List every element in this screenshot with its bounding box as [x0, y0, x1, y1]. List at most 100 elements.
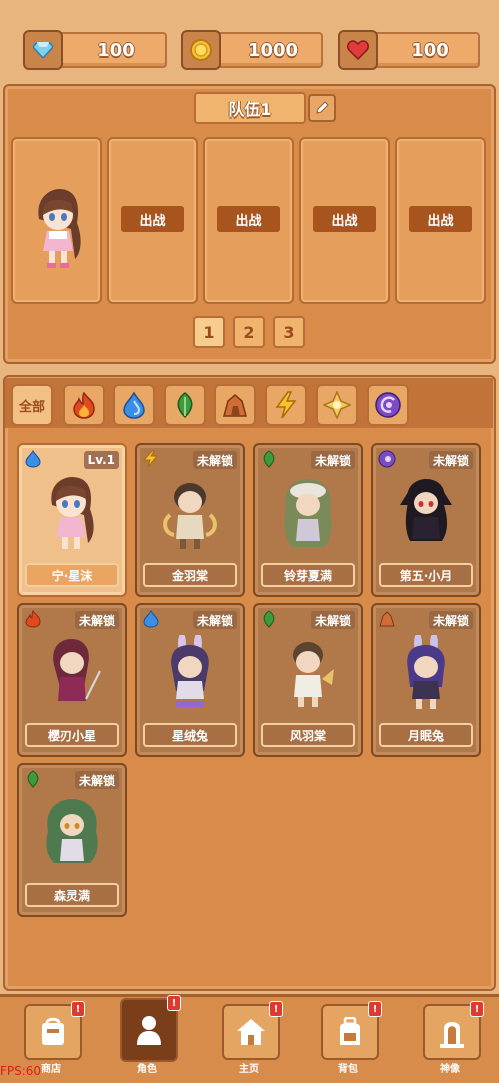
character-card[interactable]: 未解锁 风羽棠 — [253, 603, 363, 757]
alert-badge: ! — [71, 1001, 85, 1017]
character-card[interactable]: 未解锁 铃芽夏满 — [253, 443, 363, 597]
nav-backpack-button[interactable]: ! — [321, 1001, 382, 1060]
nav-statue-button[interactable]: ! — [423, 1001, 484, 1060]
character-portrait — [407, 635, 445, 709]
home-icon — [237, 1019, 265, 1045]
gem-counter: 100 — [23, 30, 167, 70]
nav-shop-button[interactable]: ! — [24, 1001, 85, 1060]
filter-void-button[interactable] — [367, 384, 409, 426]
nav-home-label: 主页 — [239, 1064, 259, 1075]
character-portrait — [53, 639, 101, 701]
team-slot-5[interactable]: 出战 — [395, 137, 486, 304]
edit-team-button[interactable] — [308, 94, 336, 122]
team-slot-4[interactable]: 出战 — [299, 137, 390, 304]
deploy-button[interactable]: 出战 — [121, 206, 184, 232]
team-page-2-button[interactable]: 2 — [233, 316, 265, 348]
character-card[interactable]: Lv.1 宁·星沫 — [17, 443, 127, 597]
backpack-icon — [340, 1017, 360, 1045]
filter-leaf-button[interactable] — [164, 384, 206, 426]
team-title[interactable]: 队伍1 — [194, 92, 306, 124]
character-name: 铃芽夏满 — [261, 563, 355, 587]
leaf-icon — [263, 450, 275, 468]
light-icon — [323, 391, 351, 419]
character-portrait — [284, 479, 332, 547]
character-name: 风羽棠 — [261, 723, 355, 747]
gem-value: 100 — [97, 39, 135, 61]
nav-character-button[interactable]: ! — [120, 995, 181, 1062]
coin-counter: 1000 — [181, 30, 323, 70]
gem-icon — [23, 30, 63, 70]
character-card[interactable]: 未解锁 金羽棠 — [135, 443, 245, 597]
character-portrait — [400, 479, 452, 541]
nav-character-label: 角色 — [137, 1064, 157, 1075]
deploy-button[interactable]: 出战 — [409, 206, 472, 232]
filter-light-button[interactable] — [316, 384, 358, 426]
filter-fire-button[interactable] — [63, 384, 105, 426]
fire-icon — [73, 391, 95, 419]
team-slot-1[interactable] — [11, 137, 102, 304]
coin-icon — [181, 30, 221, 70]
filter-rock-button[interactable] — [214, 384, 256, 426]
locked-badge: 未解锁 — [310, 451, 355, 469]
team-slot-2[interactable]: 出战 — [107, 137, 198, 304]
shop-bag-icon — [42, 1017, 64, 1045]
character-portrait — [163, 483, 217, 549]
water-icon — [25, 450, 41, 468]
locked-badge: 未解锁 — [74, 771, 119, 789]
character-card[interactable]: 未解锁 第五·小月 — [371, 443, 481, 597]
water-icon — [143, 610, 159, 628]
void-icon — [378, 450, 396, 468]
character-name: 宁·星沫 — [25, 563, 119, 587]
team-slot-3[interactable]: 出战 — [203, 137, 294, 304]
locked-badge: 未解锁 — [192, 611, 237, 629]
filter-lightning-button[interactable] — [265, 384, 307, 426]
character-name: 金羽棠 — [143, 563, 237, 587]
fire-icon — [25, 610, 41, 628]
heart-counter: 100 — [338, 30, 480, 70]
character-name: 森灵满 — [25, 883, 119, 907]
character-name: 第五·小月 — [379, 563, 473, 587]
alert-badge: ! — [470, 1001, 484, 1017]
rock-icon — [379, 611, 395, 627]
character-card[interactable]: 未解锁 星绒兔 — [135, 603, 245, 757]
pencil-icon — [316, 101, 329, 114]
filter-all-button[interactable]: 全部 — [11, 384, 53, 426]
character-name: 月眠兔 — [379, 723, 473, 747]
filter-water-button[interactable] — [113, 384, 155, 426]
locked-badge: 未解锁 — [192, 451, 237, 469]
statue-icon — [440, 1022, 464, 1048]
level-badge: Lv.1 — [83, 451, 119, 469]
leaf-icon — [177, 392, 193, 419]
character-name: 星绒兔 — [143, 723, 237, 747]
character-portrait — [38, 189, 81, 268]
character-portrait — [171, 635, 209, 707]
character-name: 樱刃小星 — [25, 723, 119, 747]
character-portrait — [293, 642, 334, 707]
alert-badge: ! — [269, 1001, 283, 1017]
team-page-3-button[interactable]: 3 — [273, 316, 305, 348]
character-card[interactable]: 未解锁 森灵满 — [17, 763, 127, 917]
character-card[interactable]: 未解锁 月眠兔 — [371, 603, 481, 757]
nav-statue-label: 神像 — [440, 1064, 460, 1075]
coin-value: 1000 — [247, 39, 299, 61]
water-icon — [123, 391, 145, 419]
deploy-button[interactable]: 出战 — [217, 206, 280, 232]
heart-value: 100 — [411, 39, 449, 61]
character-card[interactable]: 未解锁 樱刃小星 — [17, 603, 127, 757]
nav-backpack-label: 背包 — [338, 1064, 358, 1075]
deploy-button[interactable]: 出战 — [313, 206, 376, 232]
fps-counter: FPS:60 — [0, 1064, 42, 1078]
alert-badge: ! — [167, 995, 181, 1011]
character-icon — [137, 1016, 161, 1045]
void-icon — [375, 392, 401, 418]
locked-badge: 未解锁 — [428, 451, 473, 469]
team-page-1-button[interactable]: 1 — [193, 316, 225, 348]
character-portrait — [46, 799, 98, 863]
locked-badge: 未解锁 — [74, 611, 119, 629]
lightning-icon — [142, 450, 159, 468]
locked-badge: 未解锁 — [428, 611, 473, 629]
leaf-icon — [27, 770, 39, 788]
locked-badge: 未解锁 — [310, 611, 355, 629]
nav-home-button[interactable]: ! — [222, 1001, 283, 1060]
heart-icon — [338, 30, 378, 70]
